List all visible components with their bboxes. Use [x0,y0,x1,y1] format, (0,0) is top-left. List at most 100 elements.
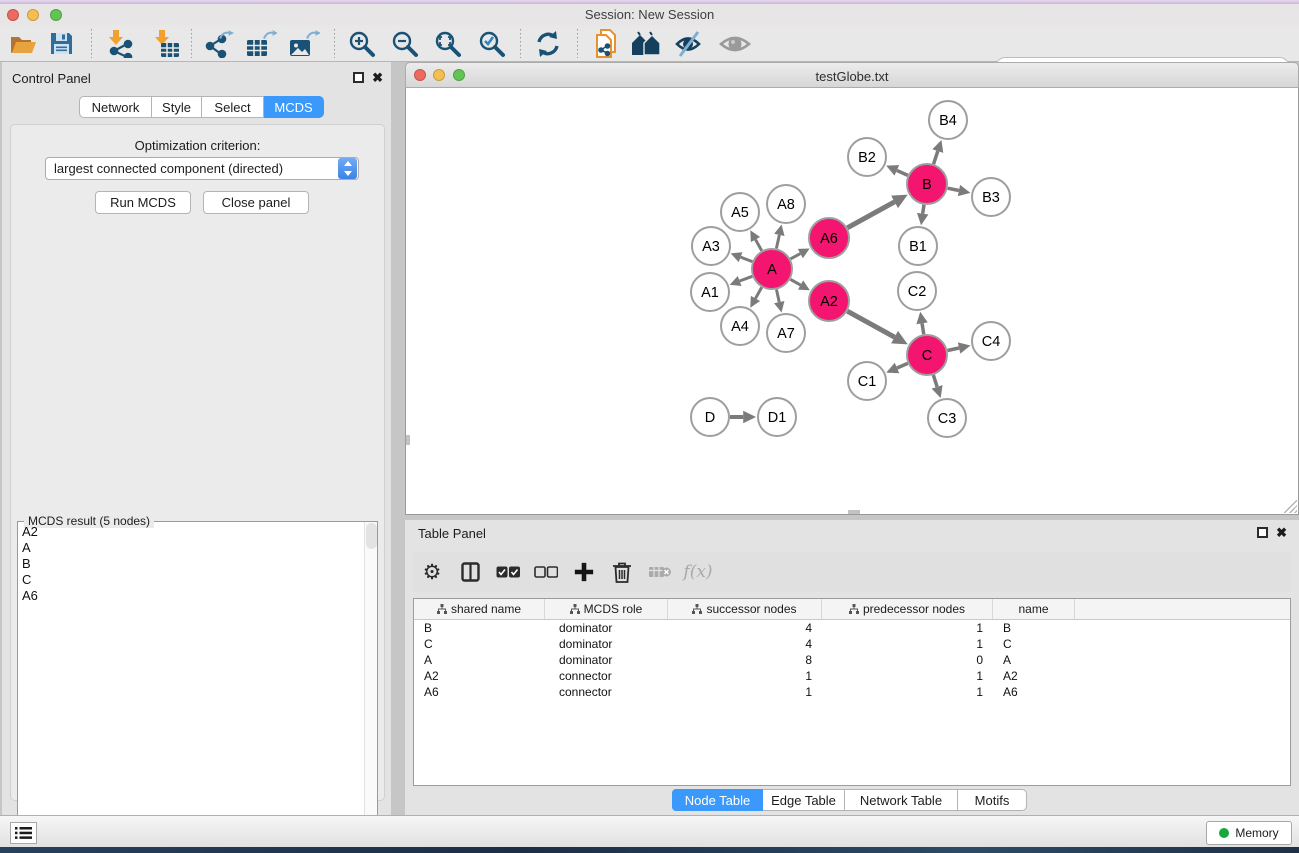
graph-edge-A-A8[interactable] [776,235,779,249]
refresh-button[interactable] [531,28,565,59]
table-settings-button[interactable]: ⚙ [413,556,451,588]
delete-button[interactable] [603,556,641,588]
graph-edge-B-B1[interactable] [923,205,924,214]
graph-edge-A-A7[interactable] [776,290,779,303]
deselect-all-button[interactable] [527,556,565,588]
close-table-panel-icon[interactable]: ✖ [1276,527,1287,538]
zoom-in-button[interactable] [345,28,379,59]
graph-node-A4[interactable]: A4 [721,307,759,345]
export-image-button[interactable] [287,28,321,59]
column-header[interactable]: MCDS role [545,599,668,619]
graph-node-A3[interactable]: A3 [692,227,730,265]
network-graph[interactable]: B4B2BB3A8A5A6B1A3AC2A1A2A4A7C4CC1C3DD1 [406,88,1298,513]
criterion-select[interactable]: largest connected component (directed) [45,157,359,180]
canvas-left-scroll-nub[interactable] [406,435,410,445]
tab-network[interactable]: Network [79,96,152,118]
graph-node-A8[interactable]: A8 [767,185,805,223]
graph-edge-A-A1[interactable] [740,276,753,281]
close-panel-button[interactable]: Close panel [203,191,309,214]
graph-edge-B-B3[interactable] [948,188,959,190]
float-panel-icon[interactable] [353,72,364,83]
task-history-button[interactable] [10,822,37,844]
list-item[interactable]: A2 [18,524,363,540]
network-window-titlebar[interactable]: testGlobe.txt [405,62,1299,88]
tab-motifs[interactable]: Motifs [958,789,1027,811]
graph-edge-A-A2[interactable] [790,279,800,285]
graph-edge-B-B4[interactable] [934,151,938,164]
list-item[interactable]: A [18,540,363,556]
graph-node-C1[interactable]: C1 [848,362,886,400]
graph-node-A5[interactable]: A5 [721,193,759,231]
column-header[interactable]: predecessor nodes [822,599,993,619]
graph-edge-C-C1[interactable] [897,363,908,368]
hide-details-button[interactable] [673,28,707,59]
float-table-panel-icon[interactable] [1257,527,1268,538]
list-item[interactable]: A6 [18,588,363,604]
graph-edge-A-A3[interactable] [741,257,753,261]
graph-edge-A-A4[interactable] [755,287,761,298]
memory-button[interactable]: Memory [1206,821,1292,845]
table-row[interactable]: A2connector 11 A2 [414,668,1290,684]
tab-node-table[interactable]: Node Table [672,789,763,811]
export-table-button[interactable] [244,28,278,59]
table-row[interactable]: Cdominator 41 C [414,636,1290,652]
graph-node-A[interactable]: A [752,249,792,289]
column-header[interactable]: shared name [414,599,545,619]
add-row-button[interactable] [565,556,603,588]
run-mcds-button[interactable]: Run MCDS [95,191,191,214]
table-row[interactable]: Adominator 80 A [414,652,1290,668]
graph-edge-C-C2[interactable] [922,323,924,334]
table-row[interactable]: Bdominator 41 B [414,620,1290,636]
birds-eye-view-button[interactable] [718,28,752,59]
tab-network-table[interactable]: Network Table [845,789,958,811]
delete-column-button[interactable] [641,556,679,588]
graph-edge-C-C3[interactable] [933,375,937,387]
graph-node-A6[interactable]: A6 [809,218,849,258]
import-table-button[interactable] [149,28,183,59]
resize-grip-icon[interactable] [1284,500,1297,513]
canvas-bottom-scroll-nub[interactable] [848,510,860,514]
graph-edge-A2-C[interactable] [847,311,894,337]
graph-node-A7[interactable]: A7 [767,314,805,352]
graph-node-C4[interactable]: C4 [972,322,1010,360]
tab-mcds[interactable]: MCDS [264,96,324,118]
graph-edge-A6-B[interactable] [847,202,894,228]
graph-node-C2[interactable]: C2 [898,272,936,310]
close-panel-icon[interactable]: ✖ [372,72,383,83]
function-builder-button[interactable]: f(x) [679,556,717,588]
graph-node-B4[interactable]: B4 [929,101,967,139]
graph-node-D[interactable]: D [691,398,729,436]
graph-node-D1[interactable]: D1 [758,398,796,436]
graph-node-B[interactable]: B [907,164,947,204]
import-network-button[interactable] [103,28,137,59]
open-file-button[interactable] [6,28,40,59]
select-all-button[interactable] [489,556,527,588]
graph-node-B2[interactable]: B2 [848,138,886,176]
graph-edge-A-A6[interactable] [790,254,800,259]
list-item[interactable]: C [18,572,363,588]
tab-style[interactable]: Style [152,96,202,118]
list-item[interactable]: B [18,556,363,572]
column-header[interactable]: successor nodes [668,599,822,619]
graph-edge-C-C4[interactable] [948,348,960,351]
save-session-button[interactable] [44,28,78,59]
zoom-fit-button[interactable] [431,28,465,59]
network-canvas[interactable]: B4B2BB3A8A5A6B1A3AC2A1A2A4A7C4CC1C3DD1 [405,88,1299,515]
tab-edge-table[interactable]: Edge Table [763,789,845,811]
graph-node-A2[interactable]: A2 [809,281,849,321]
graph-node-C[interactable]: C [907,335,947,375]
show-columns-button[interactable] [451,556,489,588]
tab-select[interactable]: Select [202,96,264,118]
new-network-from-selection-button[interactable] [590,28,624,59]
zoom-selected-button[interactable] [475,28,509,59]
result-scrollbar[interactable] [364,522,377,853]
graph-node-B3[interactable]: B3 [972,178,1010,216]
graph-node-B1[interactable]: B1 [899,227,937,265]
export-network-button[interactable] [201,28,235,59]
table-row[interactable]: A6connector 11 A6 [414,684,1290,700]
first-neighbors-button[interactable] [630,28,664,59]
zoom-out-button[interactable] [388,28,422,59]
graph-node-C3[interactable]: C3 [928,399,966,437]
graph-edge-B-B2[interactable] [897,170,908,175]
column-header[interactable]: name [993,599,1075,619]
